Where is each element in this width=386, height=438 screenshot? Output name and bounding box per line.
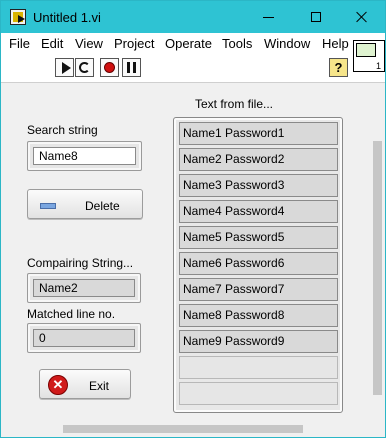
vi-icon[interactable]: 1 [353, 40, 385, 72]
menu-view[interactable]: View [75, 36, 103, 51]
maximize-button[interactable] [293, 1, 339, 33]
vi-icon-number: 1 [375, 61, 381, 71]
search-string-control: Name8 [27, 141, 142, 171]
exit-icon: ✕ [48, 375, 68, 395]
exit-button[interactable]: ✕ Exit [39, 369, 131, 399]
delete-button[interactable]: Delete [27, 189, 143, 219]
menu-edit[interactable]: Edit [41, 36, 63, 51]
close-button[interactable] [339, 1, 385, 33]
list-item[interactable]: Name7 Password7 [179, 278, 338, 301]
list-item[interactable]: Name9 Password9 [179, 330, 338, 353]
vi-screen-icon [356, 43, 376, 57]
context-help-button[interactable]: ? [329, 58, 348, 77]
text-from-file-label: Text from file... [195, 97, 274, 111]
list-item[interactable]: Name2 Password2 [179, 148, 338, 171]
toolbar: ? [1, 53, 385, 83]
matched-line-label: Matched line no. [27, 307, 116, 321]
list-item[interactable]: Name5 Password5 [179, 226, 338, 249]
list-item[interactable]: Name6 Password6 [179, 252, 338, 275]
menu-window[interactable]: Window [264, 36, 310, 51]
title-bar[interactable]: Untitled 1.vi [1, 1, 385, 33]
run-continuously-button[interactable] [75, 58, 94, 77]
list-item[interactable] [179, 382, 338, 405]
delete-led-indicator [40, 203, 56, 209]
exit-button-label: Exit [89, 379, 110, 393]
labview-app-icon [10, 9, 26, 25]
matched-line-value: 0 [33, 329, 135, 347]
delete-button-label: Delete [85, 199, 120, 213]
list-item[interactable] [179, 356, 338, 379]
run-continuously-icon [79, 62, 90, 73]
menu-operate[interactable]: Operate [165, 36, 212, 51]
run-button[interactable] [55, 58, 74, 77]
stop-icon [104, 62, 115, 73]
pause-button[interactable] [122, 58, 141, 77]
comparing-string-indicator: Name2 [27, 273, 141, 303]
list-item[interactable]: Name1 Password1 [179, 122, 338, 145]
comparing-string-label: Compairing String... [27, 256, 134, 270]
vertical-scroll-thumb[interactable] [373, 141, 382, 395]
menu-project[interactable]: Project [114, 36, 154, 51]
help-icon: ? [334, 60, 343, 75]
menu-help[interactable]: Help [322, 36, 349, 51]
minimize-button[interactable] [245, 1, 291, 33]
maximize-icon [311, 12, 321, 22]
comparing-string-value: Name2 [33, 279, 135, 297]
close-icon [356, 11, 368, 23]
search-string-label: Search string [27, 123, 98, 137]
menu-bar: File Edit View Project Operate Tools Win… [1, 33, 385, 53]
matched-line-indicator: 0 [27, 323, 141, 353]
minimize-icon [262, 16, 274, 18]
list-item[interactable]: Name8 Password8 [179, 304, 338, 327]
menu-tools[interactable]: Tools [222, 36, 252, 51]
menu-file[interactable]: File [9, 36, 30, 51]
pause-icon [127, 62, 136, 73]
window-title: Untitled 1.vi [33, 10, 101, 25]
run-arrow-icon [61, 61, 71, 74]
scrollbar-corner [370, 421, 385, 437]
list-item[interactable]: Name3 Password3 [179, 174, 338, 197]
list-item[interactable]: Name4 Password4 [179, 200, 338, 223]
abort-button[interactable] [100, 58, 119, 77]
vertical-scrollbar[interactable] [370, 83, 385, 421]
horizontal-scroll-thumb[interactable] [63, 425, 303, 433]
text-from-file-array[interactable]: Name1 Password1 Name2 Password2 Name3 Pa… [173, 117, 343, 413]
horizontal-scrollbar[interactable] [1, 421, 370, 437]
search-string-input[interactable]: Name8 [33, 147, 136, 165]
labview-window: Untitled 1.vi File Edit View Project Ope… [0, 0, 386, 438]
